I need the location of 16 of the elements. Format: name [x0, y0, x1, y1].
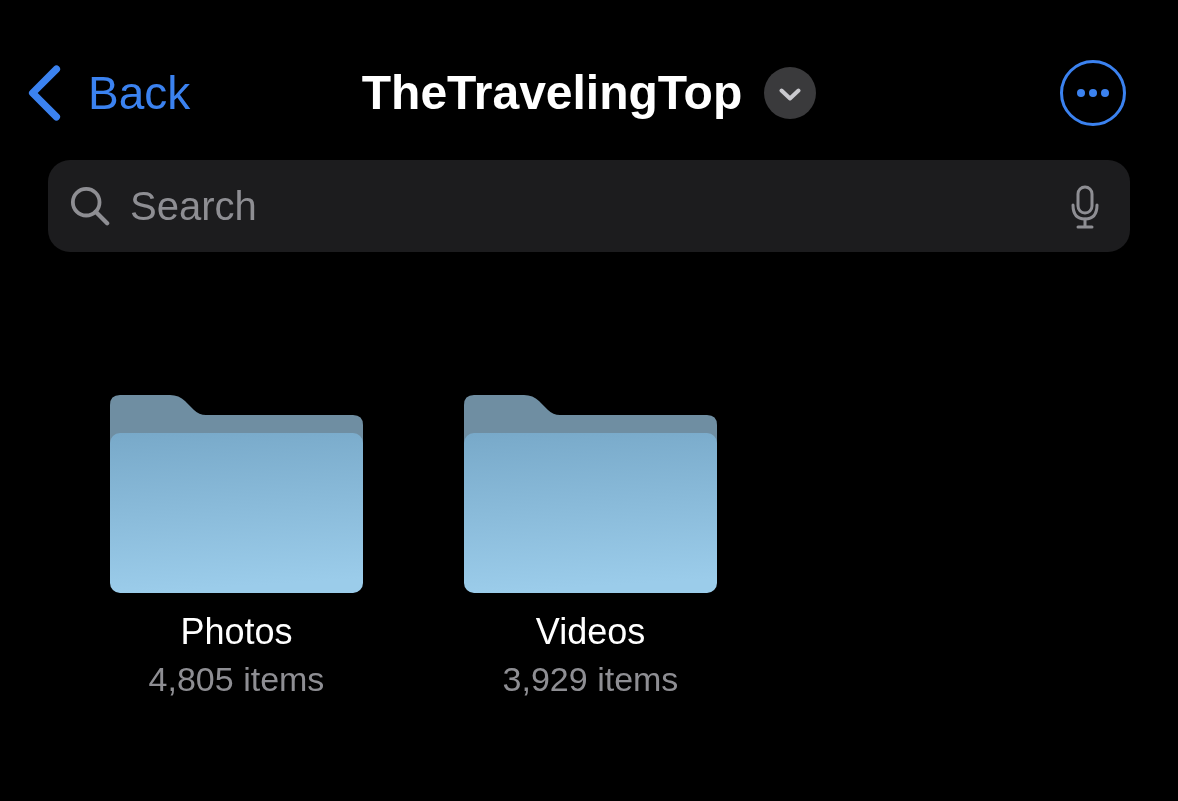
- ellipsis-icon: [1077, 89, 1109, 97]
- folder-icon[interactable]: [110, 395, 363, 593]
- folder-name: Photos: [180, 611, 293, 653]
- chevron-down-icon: [779, 87, 802, 101]
- more-button[interactable]: [1060, 60, 1126, 126]
- item-count: 3,929 items: [502, 660, 679, 700]
- item-count: 4,805 items: [148, 660, 325, 700]
- chevron-left-icon: [26, 65, 62, 121]
- microphone-icon[interactable]: [1070, 185, 1100, 229]
- back-button[interactable]: Back: [26, 65, 191, 121]
- search-field[interactable]: Search: [48, 160, 1130, 252]
- search-icon: [70, 186, 110, 226]
- folder-icon[interactable]: [464, 395, 717, 593]
- folder-name: Videos: [535, 611, 646, 653]
- folder-title: TheTravelingTop: [361, 65, 743, 121]
- title-menu-button[interactable]: [764, 67, 817, 119]
